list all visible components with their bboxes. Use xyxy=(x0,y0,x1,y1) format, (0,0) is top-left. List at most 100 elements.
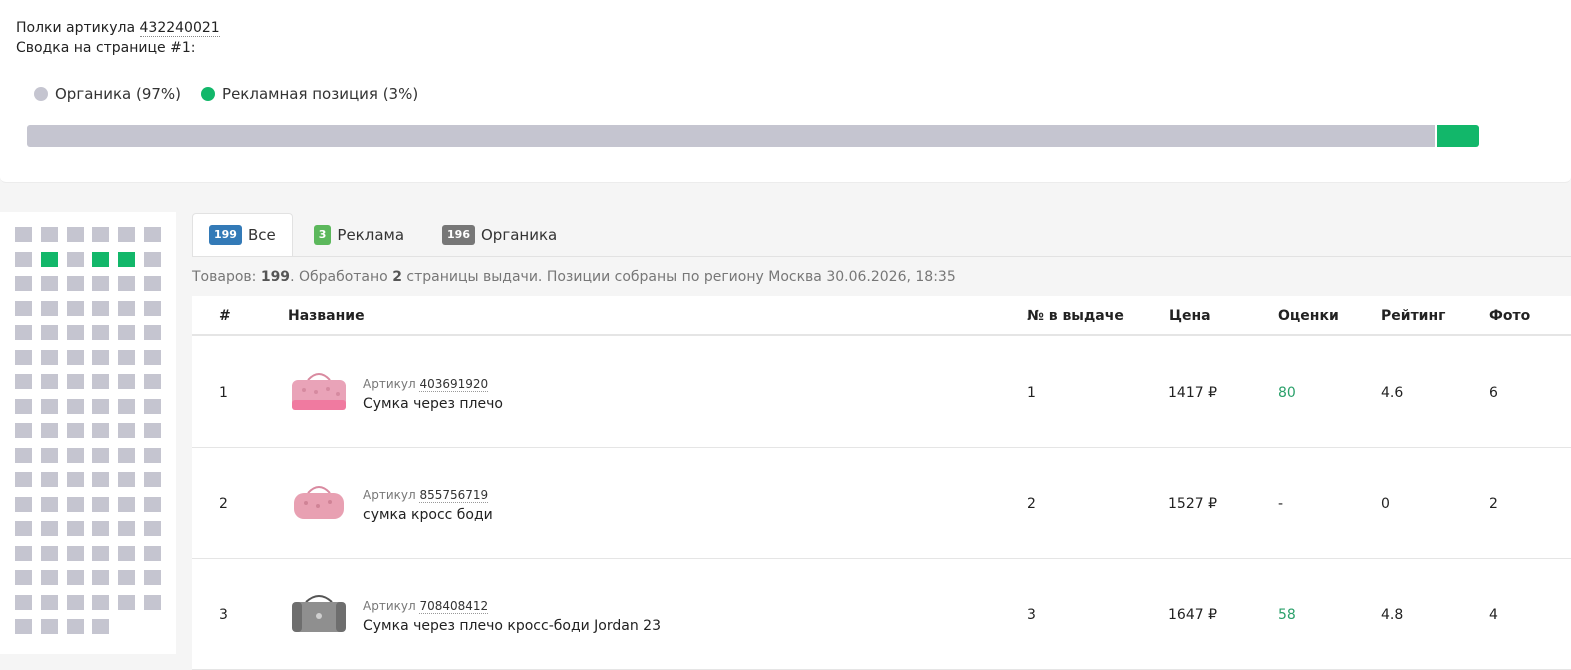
position-cell-organic[interactable] xyxy=(40,423,58,438)
position-cell-organic[interactable] xyxy=(66,570,84,585)
tab-ads[interactable]: 3 Реклама xyxy=(297,213,421,256)
tab-organic[interactable]: 196 Органика xyxy=(425,213,574,256)
position-cell-organic[interactable] xyxy=(92,423,110,438)
position-cell-organic[interactable] xyxy=(118,349,136,365)
position-cell-organic[interactable] xyxy=(40,374,58,389)
header-rating[interactable]: Рейтинг xyxy=(1381,308,1445,324)
position-cell-organic[interactable] xyxy=(15,472,32,487)
position-cell-organic[interactable] xyxy=(144,227,161,242)
position-cell-organic[interactable] xyxy=(118,398,136,414)
position-cell-organic[interactable] xyxy=(92,374,110,389)
position-cell-organic[interactable] xyxy=(66,276,84,291)
position-cell-organic[interactable] xyxy=(15,619,32,634)
position-cell-organic[interactable] xyxy=(40,398,58,414)
position-cell-organic[interactable] xyxy=(66,619,84,634)
position-cell-organic[interactable] xyxy=(66,227,84,242)
position-cell-organic[interactable] xyxy=(92,227,110,242)
position-cell-organic[interactable] xyxy=(118,300,136,316)
position-cell-organic[interactable] xyxy=(118,594,136,610)
position-cell-organic[interactable] xyxy=(66,594,84,610)
position-cell-organic[interactable] xyxy=(15,447,32,463)
position-cell-organic[interactable] xyxy=(118,570,136,585)
position-cell-organic[interactable] xyxy=(144,398,161,414)
position-cell-organic[interactable] xyxy=(144,374,161,389)
position-cell-organic[interactable] xyxy=(40,594,58,610)
position-cell-organic[interactable] xyxy=(15,374,32,389)
summary-sku-link[interactable]: 432240021 xyxy=(139,20,220,37)
header-reviews[interactable]: Оценки xyxy=(1278,308,1339,324)
position-cell-organic[interactable] xyxy=(40,227,58,242)
position-cell-organic[interactable] xyxy=(15,227,32,242)
position-cell-organic[interactable] xyxy=(40,472,58,487)
position-cell-organic[interactable] xyxy=(144,545,161,561)
position-cell-organic[interactable] xyxy=(40,619,58,634)
position-cell-organic[interactable] xyxy=(118,447,136,463)
product-name[interactable]: сумка кросс боди xyxy=(363,507,493,523)
position-cell-organic[interactable] xyxy=(40,521,58,536)
position-cell-organic[interactable] xyxy=(92,472,110,487)
position-cell-organic[interactable] xyxy=(92,349,110,365)
position-cell-organic[interactable] xyxy=(92,545,110,561)
header-position[interactable]: № в выдаче xyxy=(1027,308,1124,324)
position-cell-organic[interactable] xyxy=(92,276,110,291)
position-cell-organic[interactable] xyxy=(92,398,110,414)
product-name[interactable]: Сумка через плечо кросс-боди Jordan 23 xyxy=(363,618,661,634)
position-cell-organic[interactable] xyxy=(66,423,84,438)
bag-thumbnail-icon[interactable] xyxy=(288,370,350,416)
position-cell-organic[interactable] xyxy=(92,619,110,634)
position-cell-organic[interactable] xyxy=(66,374,84,389)
position-cell-organic[interactable] xyxy=(15,521,32,536)
position-cell-organic[interactable] xyxy=(118,276,136,291)
position-cell-organic[interactable] xyxy=(66,496,84,512)
position-cell-organic[interactable] xyxy=(92,496,110,512)
position-cell-ad[interactable] xyxy=(118,251,136,267)
position-cell-organic[interactable] xyxy=(144,570,161,585)
position-cell-organic[interactable] xyxy=(144,325,161,340)
header-num[interactable]: # xyxy=(219,308,231,324)
position-cell-organic[interactable] xyxy=(118,423,136,438)
position-cell-organic[interactable] xyxy=(15,251,32,267)
position-cell-organic[interactable] xyxy=(144,300,161,316)
table-row[interactable]: 1 Артикул 403691920 Сумка через плечо 1 … xyxy=(192,337,1571,448)
position-cell-organic[interactable] xyxy=(144,496,161,512)
position-cell-organic[interactable] xyxy=(66,398,84,414)
article-number-link[interactable]: 855756719 xyxy=(419,488,489,503)
position-cell-organic[interactable] xyxy=(66,300,84,316)
position-cell-organic[interactable] xyxy=(66,545,84,561)
position-cell-organic[interactable] xyxy=(15,349,32,365)
row-reviews[interactable]: 80 xyxy=(1278,385,1296,401)
position-cell-organic[interactable] xyxy=(15,325,32,340)
position-cell-organic[interactable] xyxy=(92,594,110,610)
position-cell-organic[interactable] xyxy=(40,276,58,291)
position-cell-organic[interactable] xyxy=(92,521,110,536)
position-cell-organic[interactable] xyxy=(40,545,58,561)
position-cell-ad[interactable] xyxy=(92,251,110,267)
position-cell-organic[interactable] xyxy=(40,496,58,512)
position-cell-organic[interactable] xyxy=(15,570,32,585)
table-row[interactable]: 3 Артикул 708408412 Сумка через плечо кр… xyxy=(192,559,1571,670)
position-cell-organic[interactable] xyxy=(15,496,32,512)
position-cell-organic[interactable] xyxy=(118,521,136,536)
position-cell-ad[interactable] xyxy=(40,251,58,267)
header-name[interactable]: Название xyxy=(288,308,365,324)
position-cell-organic[interactable] xyxy=(92,300,110,316)
position-cell-organic[interactable] xyxy=(66,447,84,463)
position-cell-organic[interactable] xyxy=(66,349,84,365)
position-cell-organic[interactable] xyxy=(118,472,136,487)
position-cell-organic[interactable] xyxy=(118,545,136,561)
position-cell-organic[interactable] xyxy=(15,423,32,438)
position-cell-organic[interactable] xyxy=(66,251,84,267)
header-photo[interactable]: Фото xyxy=(1489,308,1530,324)
position-cell-organic[interactable] xyxy=(15,545,32,561)
position-cell-organic[interactable] xyxy=(92,447,110,463)
article-number-link[interactable]: 403691920 xyxy=(419,377,489,392)
position-cell-organic[interactable] xyxy=(66,325,84,340)
article-number-link[interactable]: 708408412 xyxy=(419,599,489,614)
position-cell-organic[interactable] xyxy=(144,447,161,463)
position-cell-organic[interactable] xyxy=(144,594,161,610)
position-cell-organic[interactable] xyxy=(15,276,32,291)
position-cell-organic[interactable] xyxy=(40,300,58,316)
tab-all[interactable]: 199 Все xyxy=(192,213,293,256)
header-price[interactable]: Цена xyxy=(1169,308,1211,324)
position-cell-organic[interactable] xyxy=(66,472,84,487)
